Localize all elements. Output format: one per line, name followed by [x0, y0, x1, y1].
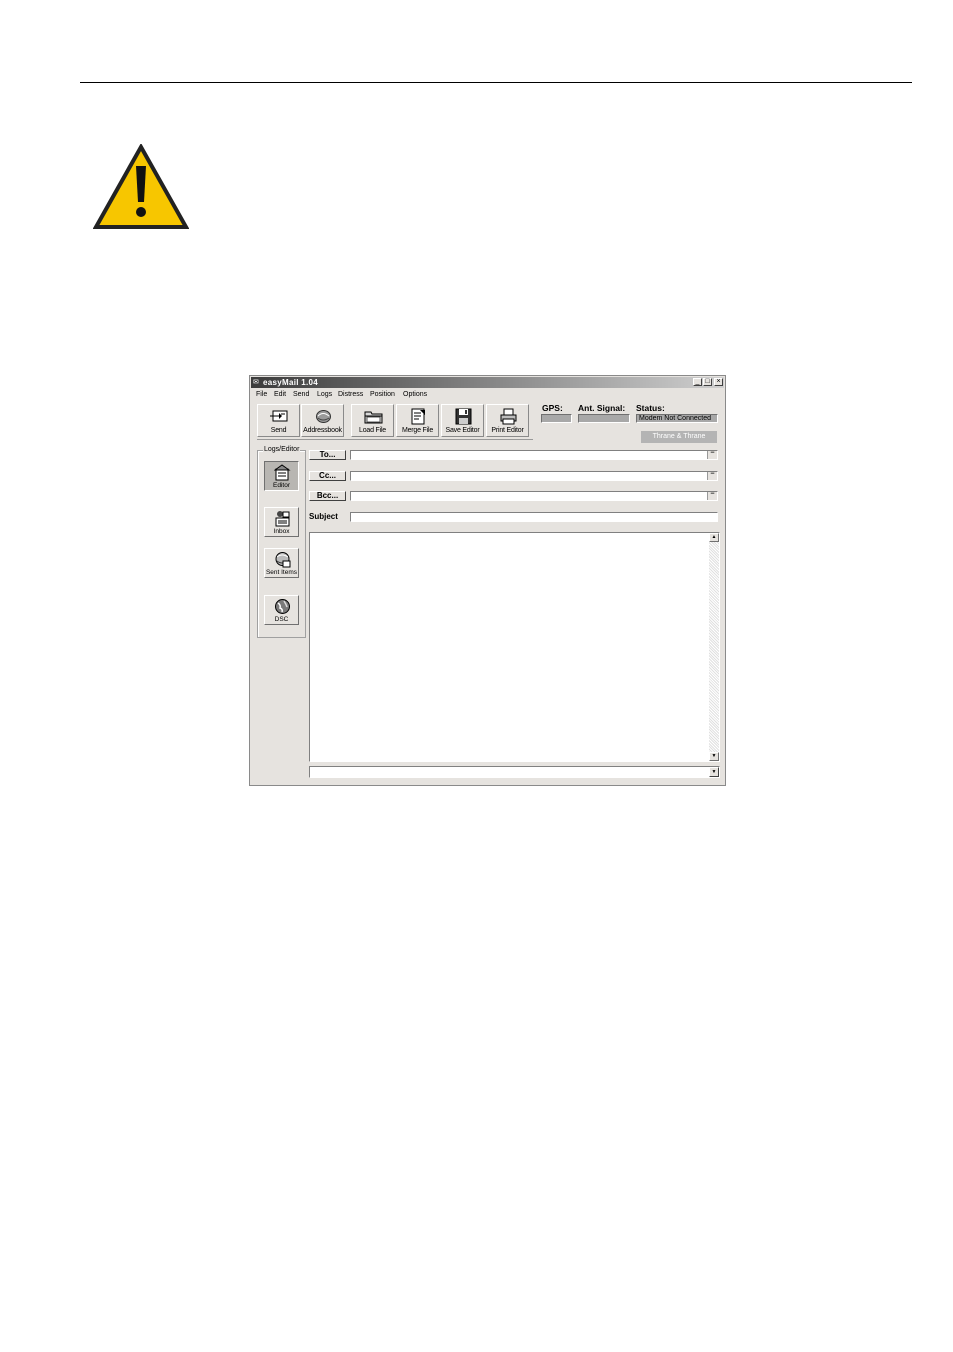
cc-button[interactable]: Cc... [309, 471, 346, 481]
subject-field[interactable] [350, 512, 718, 522]
gps-label: GPS: [542, 403, 563, 413]
sent-items-icon [275, 552, 291, 568]
merge-file-button[interactable]: Merge File [396, 404, 439, 437]
menu-distress[interactable]: Distress [338, 390, 363, 399]
cc-dropdown-button[interactable]: ═ [707, 472, 717, 480]
send-label: Send [270, 427, 287, 434]
editor-label: Editor [273, 482, 290, 489]
sidebar-item-sent-items[interactable]: Sent Items [264, 548, 299, 578]
cc-field[interactable]: ═ [350, 471, 718, 481]
save-editor-button[interactable]: Save Editor [441, 404, 484, 437]
logs-editor-group: Logs/Editor Editor Inbox Sent Items DSC [257, 446, 306, 638]
load-file-label: Load File [359, 427, 386, 434]
to-button[interactable]: To... [309, 450, 346, 460]
message-body-editor[interactable]: ▲ ▼ [309, 532, 720, 762]
inbox-icon [275, 511, 290, 527]
folder-icon [364, 411, 383, 424]
window-title: easyMail 1.04 [263, 378, 319, 387]
status-label: Status: [636, 403, 665, 413]
bcc-field[interactable]: ═ [350, 491, 718, 501]
maximize-button[interactable]: □ [703, 378, 712, 386]
menu-logs[interactable]: Logs [317, 390, 332, 399]
merge-file-label: Merge File [401, 427, 434, 434]
toolbar: Send Addressbook Load File Merge File Sa… [257, 404, 533, 440]
save-editor-label: Save Editor [445, 427, 480, 434]
title-bar[interactable]: ✉ easyMail 1.04 _ □ × [251, 377, 724, 388]
gps-display [541, 414, 572, 423]
subject-label: Subject [309, 512, 338, 521]
status-display: Modem Not Connected [636, 414, 718, 423]
bcc-dropdown-button[interactable]: ═ [707, 492, 717, 500]
addressbook-button[interactable]: Addressbook [301, 404, 344, 437]
to-dropdown-button[interactable]: ═ [707, 451, 717, 459]
bcc-button[interactable]: Bcc... [309, 491, 346, 501]
print-editor-label: Print Editor [491, 427, 524, 434]
header-rule [80, 82, 912, 83]
load-file-button[interactable]: Load File [351, 404, 394, 437]
print-editor-button[interactable]: Print Editor [486, 404, 529, 437]
app-icon: ✉ [253, 379, 259, 386]
minimize-button[interactable]: _ [693, 378, 702, 386]
ant-signal-display [578, 414, 630, 423]
scroll-up-button[interactable]: ▲ [709, 533, 719, 542]
sidebar-item-inbox[interactable]: Inbox [264, 507, 299, 537]
scroll-down-button[interactable]: ▼ [709, 752, 719, 761]
merge-file-icon [411, 408, 425, 425]
dsc-label: DSC [274, 616, 289, 623]
menu-send[interactable]: Send [293, 390, 309, 399]
menu-edit[interactable]: Edit [274, 390, 286, 399]
to-field[interactable]: ═ [350, 450, 718, 460]
ant-signal-label: Ant. Signal: [578, 403, 626, 413]
bottom-combobox-dropdown[interactable]: ▼ [709, 767, 719, 777]
editor-icon [274, 464, 291, 481]
send-icon [270, 410, 288, 422]
sent-items-label: Sent Items [265, 569, 298, 576]
inbox-label: Inbox [273, 528, 290, 535]
addressbook-label: Addressbook [303, 427, 342, 434]
menu-options[interactable]: Options [403, 390, 427, 399]
sidebar-item-dsc[interactable]: DSC [264, 595, 299, 625]
addressbook-icon [316, 410, 331, 423]
floppy-disk-icon [455, 408, 472, 425]
easymail-window: ✉ easyMail 1.04 _ □ × File Edit Send Log… [249, 375, 726, 786]
send-button[interactable]: Send [257, 404, 300, 437]
close-button[interactable]: × [714, 378, 723, 386]
dsc-globe-icon [275, 599, 290, 614]
logs-editor-group-label: Logs/Editor [263, 446, 301, 454]
warning-icon [93, 144, 189, 229]
thrane-thrane-button[interactable]: Thrane & Thrane [641, 431, 717, 443]
sidebar-item-editor[interactable]: Editor [264, 461, 299, 491]
printer-icon [500, 408, 517, 425]
menu-file[interactable]: File [256, 390, 267, 399]
body-scrollbar[interactable]: ▲ ▼ [709, 533, 719, 761]
bottom-combobox[interactable]: ▼ [309, 766, 720, 778]
menu-position[interactable]: Position [370, 390, 395, 399]
